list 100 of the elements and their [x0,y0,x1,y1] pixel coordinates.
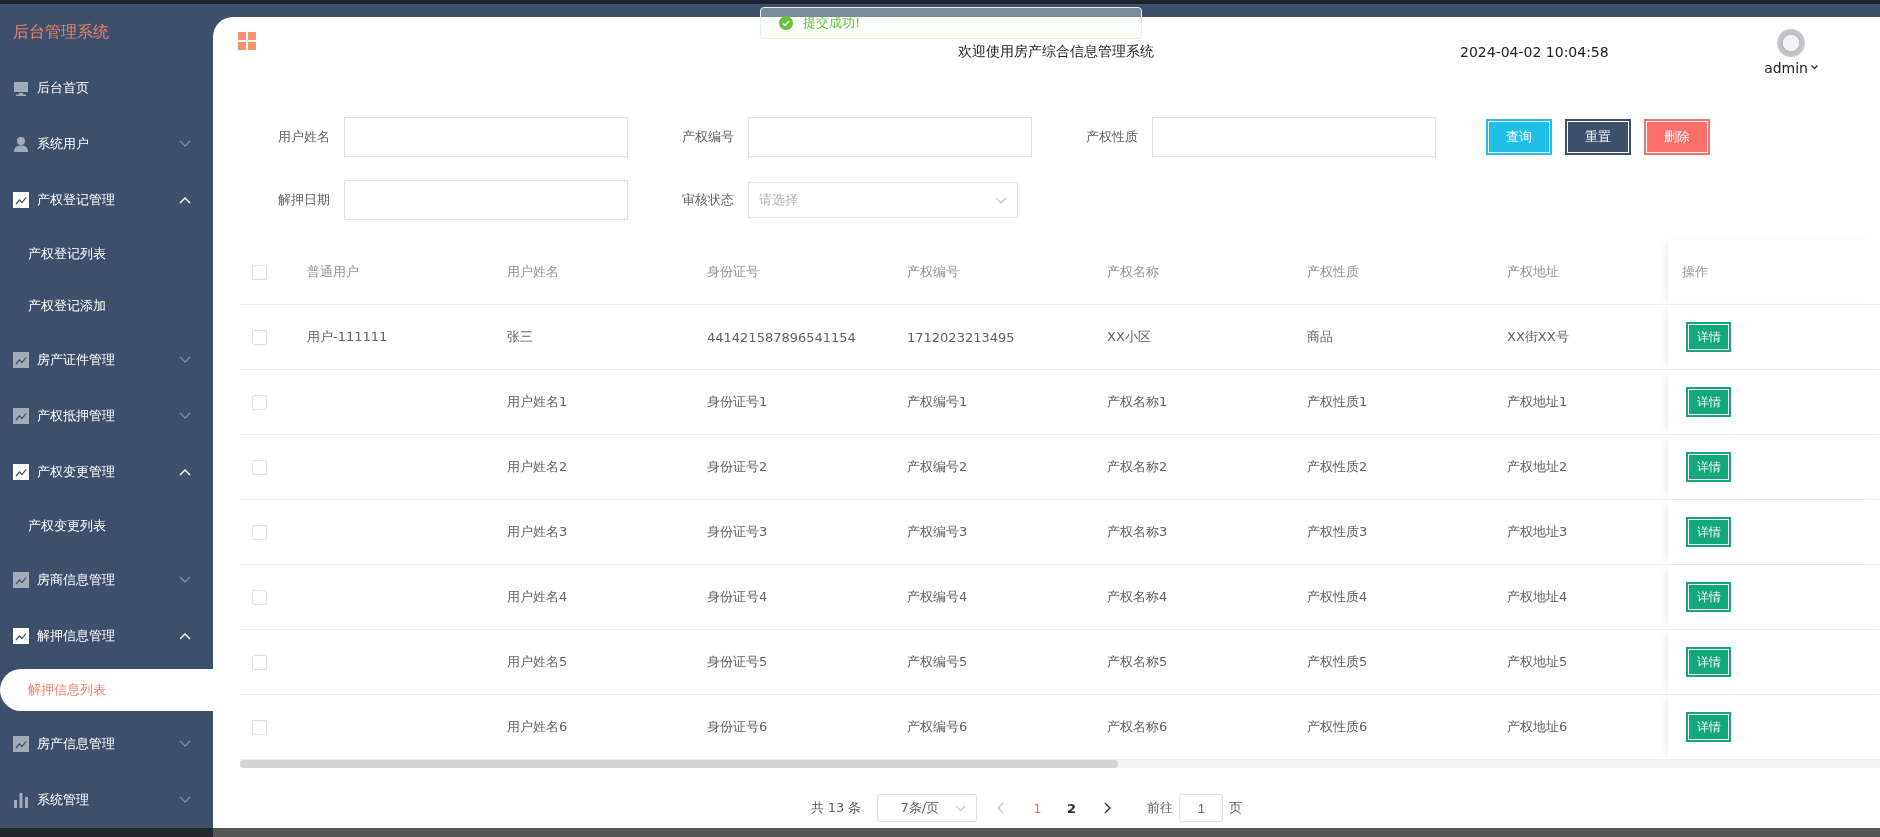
table-cell: 产权名称4 [1107,588,1168,606]
caret-icon [1811,65,1818,70]
chart-icon [13,736,29,752]
field-label: 用户姓名 [277,128,331,146]
submenu-item[interactable]: 产权登记列表 [0,228,213,280]
goto-label: 前往 [1147,799,1174,817]
field-label: 解押日期 [277,191,331,209]
table-cell: 产权编号3 [907,523,968,541]
table-cell: 身份证号6 [707,718,768,736]
column-header: 操作 [1682,263,1708,281]
submenu-item[interactable]: 产权变更列表 [0,500,213,552]
chart-icon [13,408,29,424]
table-cell: 产权编号1 [907,393,968,411]
table-cell: 产权地址6 [1507,718,1568,736]
chart-icon [13,628,29,644]
chevron-down-icon [179,576,191,584]
select-all-checkbox[interactable] [252,264,267,280]
row-checkbox[interactable] [252,719,267,735]
chevron-down-icon [179,740,191,748]
menu-item[interactable]: 房产信息管理 [0,716,213,772]
chart-icon [13,464,29,480]
menu-item[interactable]: 产权变更管理 [0,444,213,500]
column-header: 产权名称 [1107,263,1159,281]
table-cell: 用户姓名4 [507,588,568,606]
chart-icon [13,352,29,368]
table-cell: 产权性质6 [1307,718,1368,736]
user-menu[interactable]: admin [1764,59,1818,76]
row-checkbox[interactable] [252,459,267,475]
toast-message: 提交成功! [803,14,861,32]
menu-item[interactable]: 房商信息管理 [0,552,213,608]
grid-icon[interactable] [238,32,256,50]
chevron-down-icon [179,356,191,364]
table-cell: 身份证号3 [707,523,768,541]
input-field[interactable] [1152,117,1436,157]
input-field[interactable] [748,117,1032,157]
table-cell: 产权地址3 [1507,523,1568,541]
table-cell: 1712023213495 [907,329,1015,345]
chevron-down-icon [179,140,191,148]
chart-icon [13,192,29,208]
chevron-up-icon [179,468,191,476]
table-cell: 产权地址4 [1507,588,1568,606]
reset-button[interactable]: 重置 [1565,119,1631,155]
table-cell: 张三 [507,328,533,346]
avatar[interactable] [1777,28,1806,57]
submenu-item[interactable]: 产权登记添加 [0,280,213,332]
chevron-down-icon [955,804,967,812]
table-cell: 产权编号5 [907,653,968,671]
input-field[interactable] [344,117,628,157]
table-cell: 441421587896541154 [707,329,856,345]
table-cell: 产权性质3 [1307,523,1368,541]
column-header: 产权编号 [907,263,959,281]
field-label: 产权编号 [681,128,735,146]
menu-item[interactable]: 产权抵押管理 [0,388,213,444]
input-field[interactable] [344,180,628,220]
table-cell: 产权性质1 [1307,393,1368,411]
menu-item[interactable]: 解押信息管理 [0,608,213,664]
table-cell: 产权地址5 [1507,653,1568,671]
page-number[interactable]: 2 [1059,800,1084,816]
table-cell: 身份证号2 [707,458,768,476]
table-cell: 产权名称1 [1107,393,1168,411]
table-cell: 产权编号6 [907,718,968,736]
page-input[interactable]: 1 [1179,794,1224,822]
table-cell: 用户姓名2 [507,458,568,476]
table-cell: 产权地址1 [1507,393,1568,411]
app-title: 后台管理系统 [12,20,110,43]
table-cell: 产权地址2 [1507,458,1568,476]
table-cell: 产权编号4 [907,588,968,606]
page-size-select[interactable]: 7条/页 [877,794,978,822]
table-cell: 身份证号4 [707,588,768,606]
bar-chart-icon [13,792,29,808]
user-icon [13,136,29,152]
table-cell: XX街XX号 [1507,328,1569,346]
scrollbar-thumb[interactable] [240,760,1118,768]
menu-item[interactable]: 产权登记管理 [0,172,213,228]
table-cell: 用户姓名1 [507,393,568,411]
total-count: 共 13 条 [810,799,862,817]
table-cell: 身份证号5 [707,653,768,671]
column-header: 普通用户 [307,263,359,281]
table-cell: 产权编号2 [907,458,968,476]
datetime: 2024-04-02 10:04:58 [1460,44,1609,60]
table-cell: 产权性质4 [1307,588,1368,606]
next-page-icon[interactable] [1103,802,1112,814]
row-checkbox[interactable] [252,329,267,345]
field-label: 审核状态 [681,191,735,209]
menu-item[interactable]: 系统管理 [0,772,213,828]
row-checkbox[interactable] [252,394,267,410]
row-checkbox[interactable] [252,589,267,605]
menu-item[interactable]: 后台首页 [0,60,213,116]
chevron-down-icon [995,196,1007,204]
row-checkbox[interactable] [252,524,267,540]
page-suffix: 页 [1229,799,1243,817]
table-cell: 用户姓名6 [507,718,568,736]
chevron-up-icon [179,196,191,204]
field-label: 产权性质 [1085,128,1139,146]
prev-page-icon[interactable] [997,802,1006,814]
row-checkbox[interactable] [252,654,267,670]
chevron-down-icon [179,412,191,420]
menu-item[interactable]: 房产证件管理 [0,332,213,388]
menu-item[interactable]: 系统用户 [0,116,213,172]
table-cell: 用户姓名3 [507,523,568,541]
